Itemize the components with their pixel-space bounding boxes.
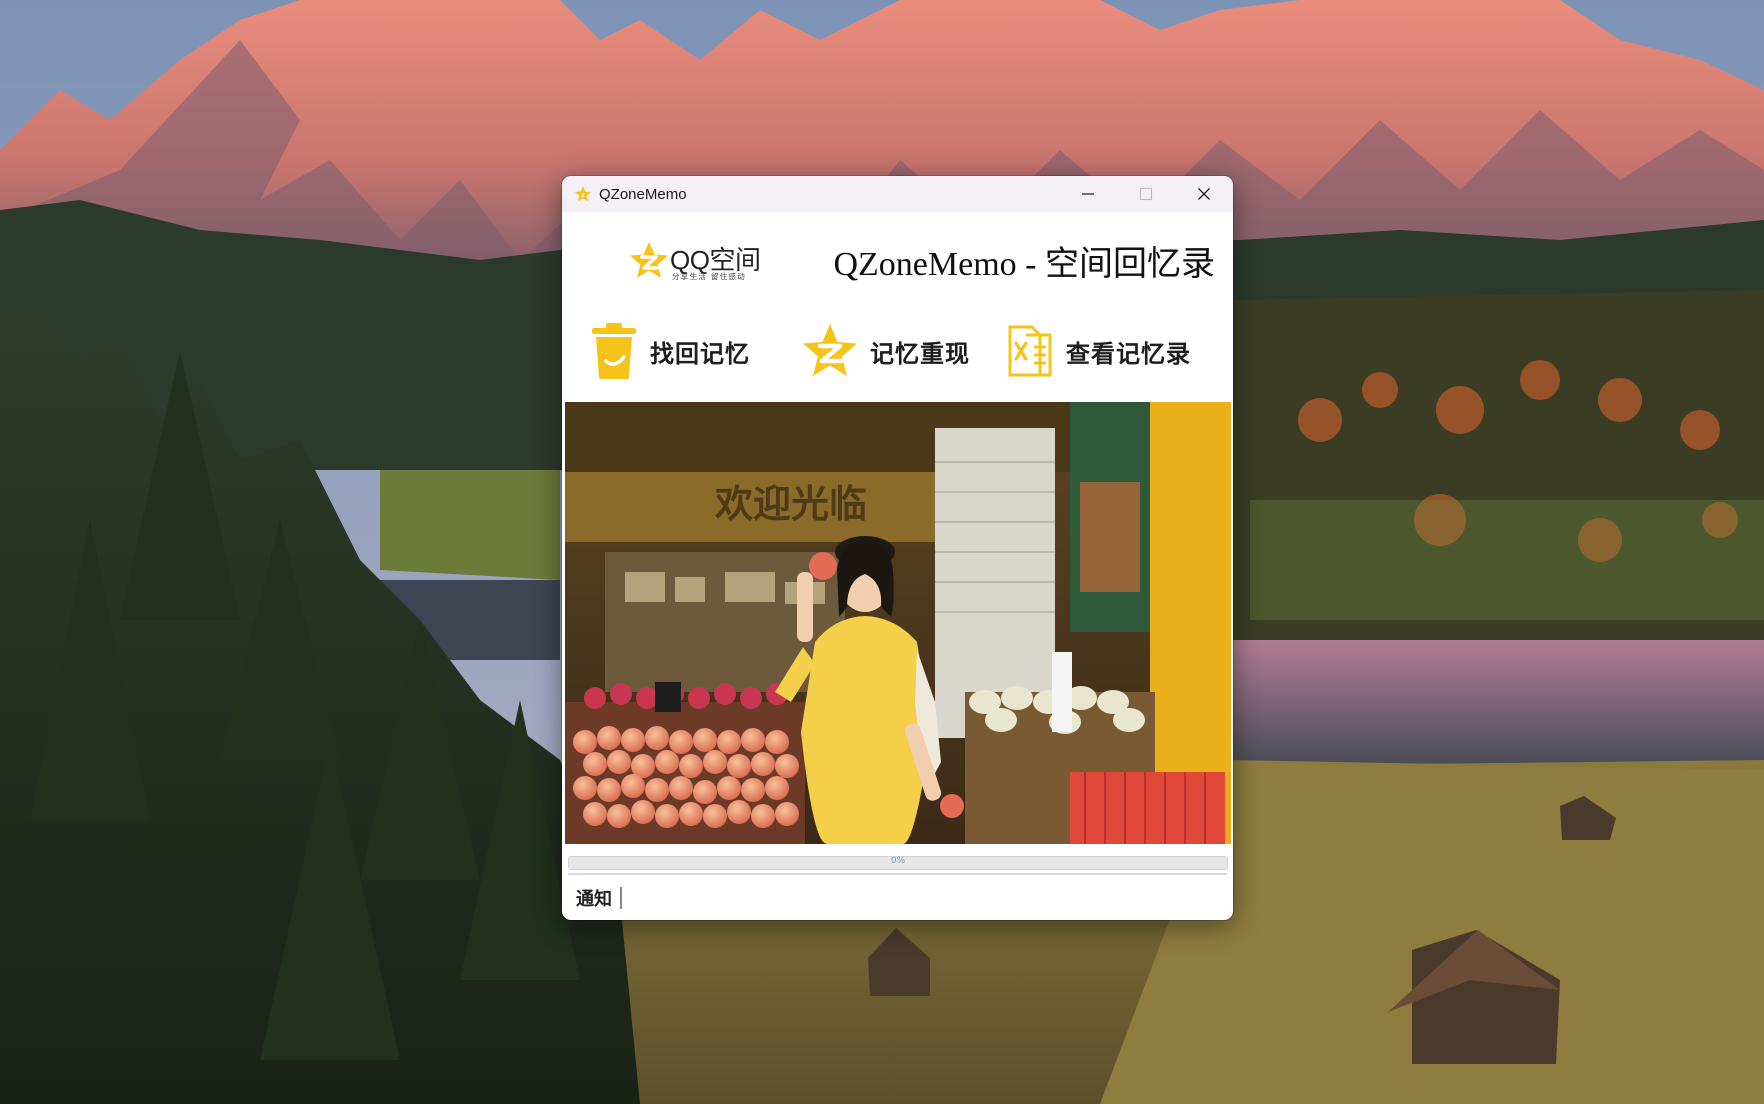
notice-bar: 通知: [576, 884, 1190, 912]
qq-zone-logo: QQ空间 分享生活 留住感动: [628, 240, 768, 282]
logo-subtitle: 分享生活 留住感动: [672, 272, 747, 281]
progress-bar: 0%: [568, 856, 1228, 870]
notice-field[interactable]: [626, 888, 1190, 908]
view-memory-record-button[interactable]: 查看记忆录: [1004, 320, 1191, 382]
maximize-icon: [1139, 187, 1153, 201]
app-window: z QZoneMemo QQ空间 分享生活 留住感动 QZoneMemo - 空…: [562, 176, 1233, 920]
window-title: QZoneMemo: [599, 185, 687, 203]
close-button[interactable]: [1175, 176, 1233, 212]
excel-doc-icon: [1008, 325, 1052, 377]
qzone-star-logo-icon: [630, 242, 668, 278]
find-memory-button[interactable]: 找回记忆: [588, 320, 750, 382]
progress-text: 0%: [890, 856, 906, 866]
maximize-button[interactable]: [1117, 176, 1175, 212]
app-icon: z: [575, 186, 591, 202]
view-memory-record-label: 查看记忆录: [1066, 338, 1191, 368]
minimize-button[interactable]: [1059, 176, 1117, 212]
close-icon: [1198, 188, 1210, 200]
main-menu: 找回记忆 记忆重现 查看记忆录: [562, 310, 1233, 398]
memory-photo: 欢迎光临: [565, 402, 1231, 844]
notice-label: 通知: [576, 889, 612, 910]
replay-memory-label: 记忆重现: [870, 338, 970, 368]
notice-separator: [620, 887, 622, 909]
header: QQ空间 分享生活 留住感动 QZoneMemo - 空间回忆录: [562, 212, 1233, 310]
title-bar[interactable]: z QZoneMemo: [562, 176, 1233, 212]
minimize-icon: [1082, 193, 1094, 195]
svg-text:z: z: [581, 192, 585, 199]
replay-memory-button[interactable]: 记忆重现: [800, 320, 970, 382]
divider: [568, 873, 1227, 875]
shop-sign-text: 欢迎光临: [714, 481, 867, 526]
find-memory-label: 找回记忆: [650, 338, 750, 368]
app-title: QZoneMemo - 空间回忆录: [833, 246, 1215, 283]
qzone-star-icon: [803, 324, 857, 376]
yellow-bin-icon: [592, 323, 636, 379]
